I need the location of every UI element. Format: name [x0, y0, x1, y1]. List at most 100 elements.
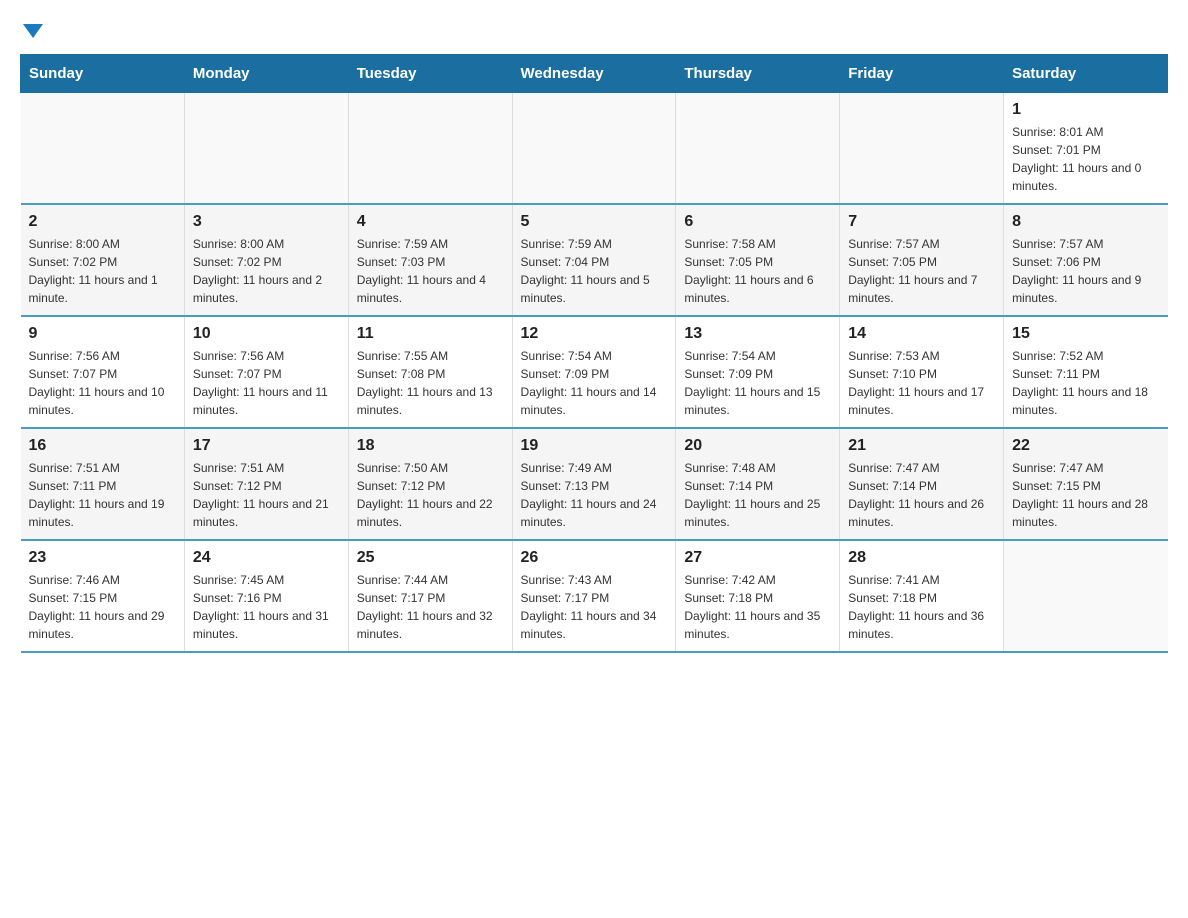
calendar-cell: 18Sunrise: 7:50 AMSunset: 7:12 PMDayligh… — [348, 428, 512, 540]
daylight-text: Daylight: 11 hours and 31 minutes. — [193, 607, 340, 643]
daylight-text: Daylight: 11 hours and 19 minutes. — [29, 495, 176, 531]
sunset-text: Sunset: 7:11 PM — [1012, 365, 1159, 383]
day-number: 21 — [848, 437, 995, 455]
sunrise-text: Sunrise: 7:42 AM — [684, 571, 831, 589]
day-info: Sunrise: 8:00 AMSunset: 7:02 PMDaylight:… — [193, 235, 340, 307]
day-info: Sunrise: 7:53 AMSunset: 7:10 PMDaylight:… — [848, 347, 995, 419]
sunset-text: Sunset: 7:18 PM — [684, 589, 831, 607]
daylight-text: Daylight: 11 hours and 21 minutes. — [193, 495, 340, 531]
calendar-cell — [676, 93, 840, 205]
day-info: Sunrise: 7:54 AMSunset: 7:09 PMDaylight:… — [521, 347, 668, 419]
day-number: 4 — [357, 213, 504, 231]
day-info: Sunrise: 7:44 AMSunset: 7:17 PMDaylight:… — [357, 571, 504, 643]
daylight-text: Daylight: 11 hours and 14 minutes. — [521, 383, 668, 419]
day-info: Sunrise: 7:48 AMSunset: 7:14 PMDaylight:… — [684, 459, 831, 531]
calendar-cell: 3Sunrise: 8:00 AMSunset: 7:02 PMDaylight… — [184, 204, 348, 316]
calendar-cell — [1004, 540, 1168, 652]
day-number: 11 — [357, 325, 504, 343]
day-info: Sunrise: 8:01 AMSunset: 7:01 PMDaylight:… — [1012, 123, 1159, 195]
day-info: Sunrise: 7:56 AMSunset: 7:07 PMDaylight:… — [29, 347, 176, 419]
sunset-text: Sunset: 7:17 PM — [357, 589, 504, 607]
sunset-text: Sunset: 7:01 PM — [1012, 141, 1159, 159]
daylight-text: Daylight: 11 hours and 4 minutes. — [357, 271, 504, 307]
day-number: 5 — [521, 213, 668, 231]
calendar-cell: 17Sunrise: 7:51 AMSunset: 7:12 PMDayligh… — [184, 428, 348, 540]
calendar-cell: 2Sunrise: 8:00 AMSunset: 7:02 PMDaylight… — [21, 204, 185, 316]
calendar-cell: 16 Sunrise: 7:51 AMSunset: 7:11 PMDayligh… — [21, 428, 185, 540]
logo — [20, 20, 43, 34]
daylight-text: Daylight: 11 hours and 13 minutes. — [357, 383, 504, 419]
sunset-text: Sunset: 7:15 PM — [1012, 477, 1159, 495]
sunrise-text: Sunrise: 7:43 AM — [521, 571, 668, 589]
day-number: 10 — [193, 325, 340, 343]
day-info: Sunrise: 7:59 AMSunset: 7:04 PMDaylight:… — [521, 235, 668, 307]
daylight-text: Daylight: 11 hours and 6 minutes. — [684, 271, 831, 307]
calendar-cell: 21 Sunrise: 7:47 AMSunset: 7:14 PMDayligh… — [840, 428, 1004, 540]
sunrise-text: Sunrise: 7:53 AM — [848, 347, 995, 365]
sunset-text: Sunset: 7:07 PM — [29, 365, 176, 383]
day-number: 12 — [521, 325, 668, 343]
daylight-text: Daylight: 11 hours and 10 minutes. — [29, 383, 176, 419]
weekday-header-wednesday: Wednesday — [512, 55, 676, 93]
day-number: 24 — [193, 549, 340, 567]
day-number: 28 — [848, 549, 995, 567]
sunrise-text: Sunrise: 7:47 AM — [1012, 459, 1159, 477]
day-info: Sunrise: 7:47 AMSunset: 7:15 PMDaylight:… — [1012, 459, 1159, 531]
calendar-cell: 4 Sunrise: 7:59 AMSunset: 7:03 PMDaylight… — [348, 204, 512, 316]
sunrise-text: Sunrise: 7:57 AM — [1012, 235, 1159, 253]
logo-arrow-icon — [23, 24, 43, 38]
calendar-cell: 7Sunrise: 7:57 AMSunset: 7:05 PMDaylight… — [840, 204, 1004, 316]
daylight-text: Daylight: 11 hours and 9 minutes. — [1012, 271, 1159, 307]
day-info: Sunrise: 7:52 AMSunset: 7:11 PMDaylight:… — [1012, 347, 1159, 419]
sunrise-text: Sunrise: 7:55 AM — [357, 347, 504, 365]
weekday-header-thursday: Thursday — [676, 55, 840, 93]
day-number: 17 — [193, 437, 340, 455]
daylight-text: Daylight: 11 hours and 24 minutes. — [521, 495, 668, 531]
daylight-text: Daylight: 11 hours and 7 minutes. — [848, 271, 995, 307]
daylight-text: Daylight: 11 hours and 18 minutes. — [1012, 383, 1159, 419]
day-number: 16 — [29, 437, 176, 455]
sunrise-text: Sunrise: 7:48 AM — [684, 459, 831, 477]
weekday-header-row: SundayMondayTuesdayWednesdayThursdayFrid… — [21, 55, 1168, 93]
sunset-text: Sunset: 7:09 PM — [521, 365, 668, 383]
day-info: Sunrise: 7:58 AMSunset: 7:05 PMDaylight:… — [684, 235, 831, 307]
sunset-text: Sunset: 7:13 PM — [521, 477, 668, 495]
calendar-table: SundayMondayTuesdayWednesdayThursdayFrid… — [20, 54, 1168, 653]
sunrise-text: Sunrise: 7:44 AM — [357, 571, 504, 589]
calendar-cell: 25 Sunrise: 7:44 AMSunset: 7:17 PMDayligh… — [348, 540, 512, 652]
calendar-cell: 12 Sunrise: 7:54 AMSunset: 7:09 PMDayligh… — [512, 316, 676, 428]
calendar-cell: 10 Sunrise: 7:56 AMSunset: 7:07 PMDayligh… — [184, 316, 348, 428]
sunrise-text: Sunrise: 7:49 AM — [521, 459, 668, 477]
calendar-cell: 11Sunrise: 7:55 AMSunset: 7:08 PMDayligh… — [348, 316, 512, 428]
calendar-cell: 23Sunrise: 7:46 AMSunset: 7:15 PMDayligh… — [21, 540, 185, 652]
day-info: Sunrise: 7:51 AMSunset: 7:11 PMDaylight:… — [29, 459, 176, 531]
sunset-text: Sunset: 7:17 PM — [521, 589, 668, 607]
sunrise-text: Sunrise: 8:00 AM — [193, 235, 340, 253]
daylight-text: Daylight: 11 hours and 2 minutes. — [193, 271, 340, 307]
calendar-cell — [512, 93, 676, 205]
sunset-text: Sunset: 7:07 PM — [193, 365, 340, 383]
day-info: Sunrise: 7:43 AMSunset: 7:17 PMDaylight:… — [521, 571, 668, 643]
day-info: Sunrise: 7:59 AMSunset: 7:03 PMDaylight:… — [357, 235, 504, 307]
calendar-cell: 28Sunrise: 7:41 AMSunset: 7:18 PMDayligh… — [840, 540, 1004, 652]
sunset-text: Sunset: 7:06 PM — [1012, 253, 1159, 271]
calendar-cell — [184, 93, 348, 205]
day-number: 19 — [521, 437, 668, 455]
day-info: Sunrise: 7:56 AMSunset: 7:07 PMDaylight:… — [193, 347, 340, 419]
day-info: Sunrise: 7:47 AMSunset: 7:14 PMDaylight:… — [848, 459, 995, 531]
day-number: 20 — [684, 437, 831, 455]
daylight-text: Daylight: 11 hours and 35 minutes. — [684, 607, 831, 643]
calendar-cell — [840, 93, 1004, 205]
daylight-text: Daylight: 11 hours and 17 minutes. — [848, 383, 995, 419]
calendar-week-row: 1 Sunrise: 8:01 AMSunset: 7:01 PMDaylight… — [21, 93, 1168, 205]
day-number: 25 — [357, 549, 504, 567]
sunrise-text: Sunrise: 7:52 AM — [1012, 347, 1159, 365]
day-number: 1 — [1012, 101, 1159, 119]
sunrise-text: Sunrise: 7:54 AM — [684, 347, 831, 365]
calendar-cell: 24Sunrise: 7:45 AMSunset: 7:16 PMDayligh… — [184, 540, 348, 652]
day-info: Sunrise: 7:54 AMSunset: 7:09 PMDaylight:… — [684, 347, 831, 419]
calendar-week-row: 16 Sunrise: 7:51 AMSunset: 7:11 PMDayligh… — [21, 428, 1168, 540]
sunrise-text: Sunrise: 7:59 AM — [521, 235, 668, 253]
sunrise-text: Sunrise: 7:51 AM — [193, 459, 340, 477]
sunset-text: Sunset: 7:05 PM — [848, 253, 995, 271]
